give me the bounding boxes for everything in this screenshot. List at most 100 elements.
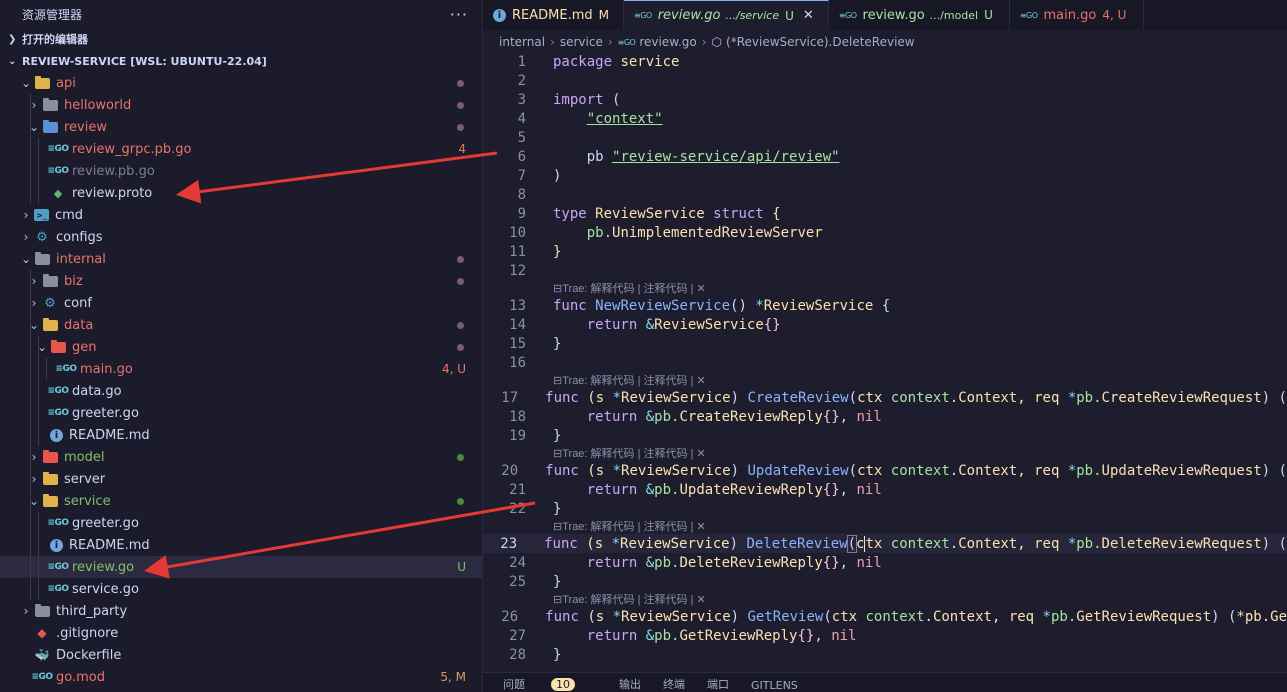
tab-review-service[interactable]: ≡GO review.go .../service U ✕ bbox=[624, 0, 829, 30]
codelens[interactable]: ⊟Trae: 解释代码 | 注释代码 | ✕ bbox=[553, 372, 706, 388]
file-review-go[interactable]: ≡GO review.go U bbox=[0, 556, 482, 578]
type-name: .Context, bbox=[924, 608, 1009, 625]
folder-conf[interactable]: › ⚙ conf bbox=[0, 292, 482, 314]
tab-main-go[interactable]: ≡GO main.go 4, U bbox=[1010, 0, 1144, 30]
close-icon[interactable]: ✕ bbox=[803, 8, 814, 23]
comma: , bbox=[839, 554, 857, 571]
folder-cmd[interactable]: › >_ cmd bbox=[0, 204, 482, 226]
breadcrumb-item[interactable]: service bbox=[560, 35, 603, 49]
tab-gitlens[interactable]: GITLENS bbox=[751, 679, 798, 692]
file-data-go[interactable]: ≡GO data.go bbox=[0, 380, 482, 402]
folder-review[interactable]: ⌄ review bbox=[0, 116, 482, 138]
code-line: 26 func (s *ReviewService) GetReview(ctx … bbox=[483, 607, 1287, 626]
file-dockerfile[interactable]: 🐳 Dockerfile bbox=[0, 644, 482, 666]
folder-service[interactable]: ⌄ service bbox=[0, 490, 482, 512]
file-readme-md[interactable]: i README.md bbox=[0, 534, 482, 556]
chevron-right-icon: › bbox=[31, 472, 37, 486]
tab-terminal[interactable]: 终端 bbox=[663, 676, 685, 692]
codelens-text[interactable]: Trae: 解释代码 | 注释代码 | ✕ bbox=[562, 448, 705, 460]
chevron-right-icon: › bbox=[23, 230, 29, 244]
folder-helloworld[interactable]: › helloworld bbox=[0, 94, 482, 116]
line-number: 25 bbox=[509, 573, 526, 590]
type-name: UnimplementedReviewServer bbox=[612, 224, 823, 241]
folder-gen[interactable]: ⌄ gen bbox=[0, 336, 482, 358]
file-greeter-go[interactable]: ≡GO greeter.go bbox=[0, 512, 482, 534]
tab-ports[interactable]: 端口 bbox=[707, 676, 729, 692]
line-number: 15 bbox=[509, 335, 526, 352]
tab-status: U bbox=[785, 8, 794, 23]
tree-item-label: Dockerfile bbox=[56, 647, 122, 663]
folder-biz[interactable]: › biz bbox=[0, 270, 482, 292]
codelens[interactable]: ⊟Trae: 解释代码 | 注释代码 | ✕ bbox=[553, 280, 706, 296]
param-name: req bbox=[1034, 389, 1068, 406]
string-literal[interactable]: "review-service/api/review" bbox=[612, 149, 840, 165]
codelens-text[interactable]: Trae: 解释代码 | 注释代码 | ✕ bbox=[562, 594, 705, 606]
tab-output[interactable]: 输出 bbox=[619, 676, 641, 692]
codelens-text[interactable]: Trae: 解释代码 | 注释代码 | ✕ bbox=[562, 283, 705, 295]
keyword-nil: nil bbox=[856, 481, 882, 498]
codelens[interactable]: ⊟Trae: 解释代码 | 注释代码 | ✕ bbox=[553, 445, 706, 461]
folder-internal[interactable]: ⌄ internal bbox=[0, 248, 482, 270]
file-go-mod[interactable]: ≡GO go.mod 5, M bbox=[0, 666, 482, 688]
code-line: 28} bbox=[483, 645, 1287, 664]
folder-third-party[interactable]: › third_party bbox=[0, 600, 482, 622]
file-service-go[interactable]: ≡GO service.go bbox=[0, 578, 482, 600]
code-line: 14 return &ReviewService{} bbox=[483, 315, 1287, 334]
code-editor[interactable]: 1 package service 2 3 import ( 4 "context"… bbox=[483, 52, 1287, 672]
codelens[interactable]: ⊟Trae: 解释代码 | 注释代码 | ✕ bbox=[553, 591, 706, 607]
keyword: return bbox=[586, 481, 646, 498]
package-ref: pb. bbox=[654, 627, 680, 644]
package-ref: context bbox=[890, 462, 950, 479]
param-name: req bbox=[1008, 608, 1043, 625]
tree-item-label: data bbox=[64, 317, 94, 333]
tab-review-model[interactable]: ≡GO review.go .../model U bbox=[829, 0, 1010, 30]
breadcrumb-item[interactable]: internal bbox=[499, 35, 545, 49]
file-review-proto[interactable]: ◆ review.proto bbox=[0, 182, 482, 204]
status-dot bbox=[457, 344, 464, 351]
code-line: 8 bbox=[483, 185, 1287, 204]
folder-server[interactable]: › server bbox=[0, 468, 482, 490]
paren: ) bbox=[730, 462, 748, 479]
indent-guide bbox=[30, 336, 31, 358]
docker-icon: 🐳 bbox=[34, 648, 50, 662]
file-greeter-go[interactable]: ≡GO greeter.go bbox=[0, 402, 482, 424]
folder-shape bbox=[34, 251, 50, 265]
type-name: *pb.Ge bbox=[1236, 608, 1287, 625]
more-actions-icon[interactable]: ··· bbox=[450, 5, 468, 24]
folder-api[interactable]: ⌄ api bbox=[0, 72, 482, 94]
folder-configs[interactable]: › ⚙ configs bbox=[0, 226, 482, 248]
folder-shape bbox=[34, 75, 50, 89]
function-name: UpdateReview bbox=[747, 462, 849, 479]
paren: ( bbox=[846, 534, 858, 553]
file-main-go[interactable]: ≡GO main.go 4, U bbox=[0, 358, 482, 380]
package-ref: context bbox=[865, 608, 925, 625]
git-status-badge: U bbox=[457, 560, 466, 574]
folder-data[interactable]: ⌄ data bbox=[0, 314, 482, 336]
operator: * bbox=[1067, 389, 1077, 406]
tab-problems[interactable]: 问题 10 bbox=[503, 676, 597, 692]
file-gitignore[interactable]: ◆ .gitignore bbox=[0, 622, 482, 644]
codelens-text[interactable]: Trae: 解释代码 | 注释代码 | ✕ bbox=[562, 521, 705, 533]
status-dot bbox=[457, 278, 464, 285]
code-line: 27 return &pb.GetReviewReply{}, nil bbox=[483, 626, 1287, 645]
string-literal[interactable]: "context" bbox=[587, 111, 663, 127]
folder-model[interactable]: › model bbox=[0, 446, 482, 468]
type-name: CreateReviewReply bbox=[679, 408, 823, 425]
status-dot bbox=[457, 124, 464, 131]
file-review-grpc-pb-go[interactable]: ≡GO review_grpc.pb.go 4 bbox=[0, 138, 482, 160]
tree-item-label: api bbox=[56, 75, 76, 91]
file-readme-md[interactable]: i README.md bbox=[0, 424, 482, 446]
code-line: 19} bbox=[483, 426, 1287, 445]
breadcrumb-item[interactable]: (*ReviewService).DeleteReview bbox=[726, 35, 915, 49]
workspace-section[interactable]: ⌄ REVIEW-SERVICE [WSL: UBUNTU-22.04] bbox=[0, 50, 482, 72]
file-review-pb-go[interactable]: ≡GO review.pb.go bbox=[0, 160, 482, 182]
line-number: 18 bbox=[509, 408, 526, 425]
tab-readme[interactable]: i README.md M bbox=[483, 0, 624, 30]
codelens[interactable]: ⊟Trae: 解释代码 | 注释代码 | ✕ bbox=[553, 518, 706, 534]
status-dot bbox=[457, 454, 464, 461]
brace: } bbox=[553, 427, 562, 444]
codelens-text[interactable]: Trae: 解释代码 | 注释代码 | ✕ bbox=[562, 375, 705, 387]
open-editors-section[interactable]: ❯ 打开的编辑器 bbox=[0, 28, 482, 50]
breadcrumb-item[interactable]: review.go bbox=[639, 35, 696, 49]
comma: , bbox=[814, 627, 832, 644]
